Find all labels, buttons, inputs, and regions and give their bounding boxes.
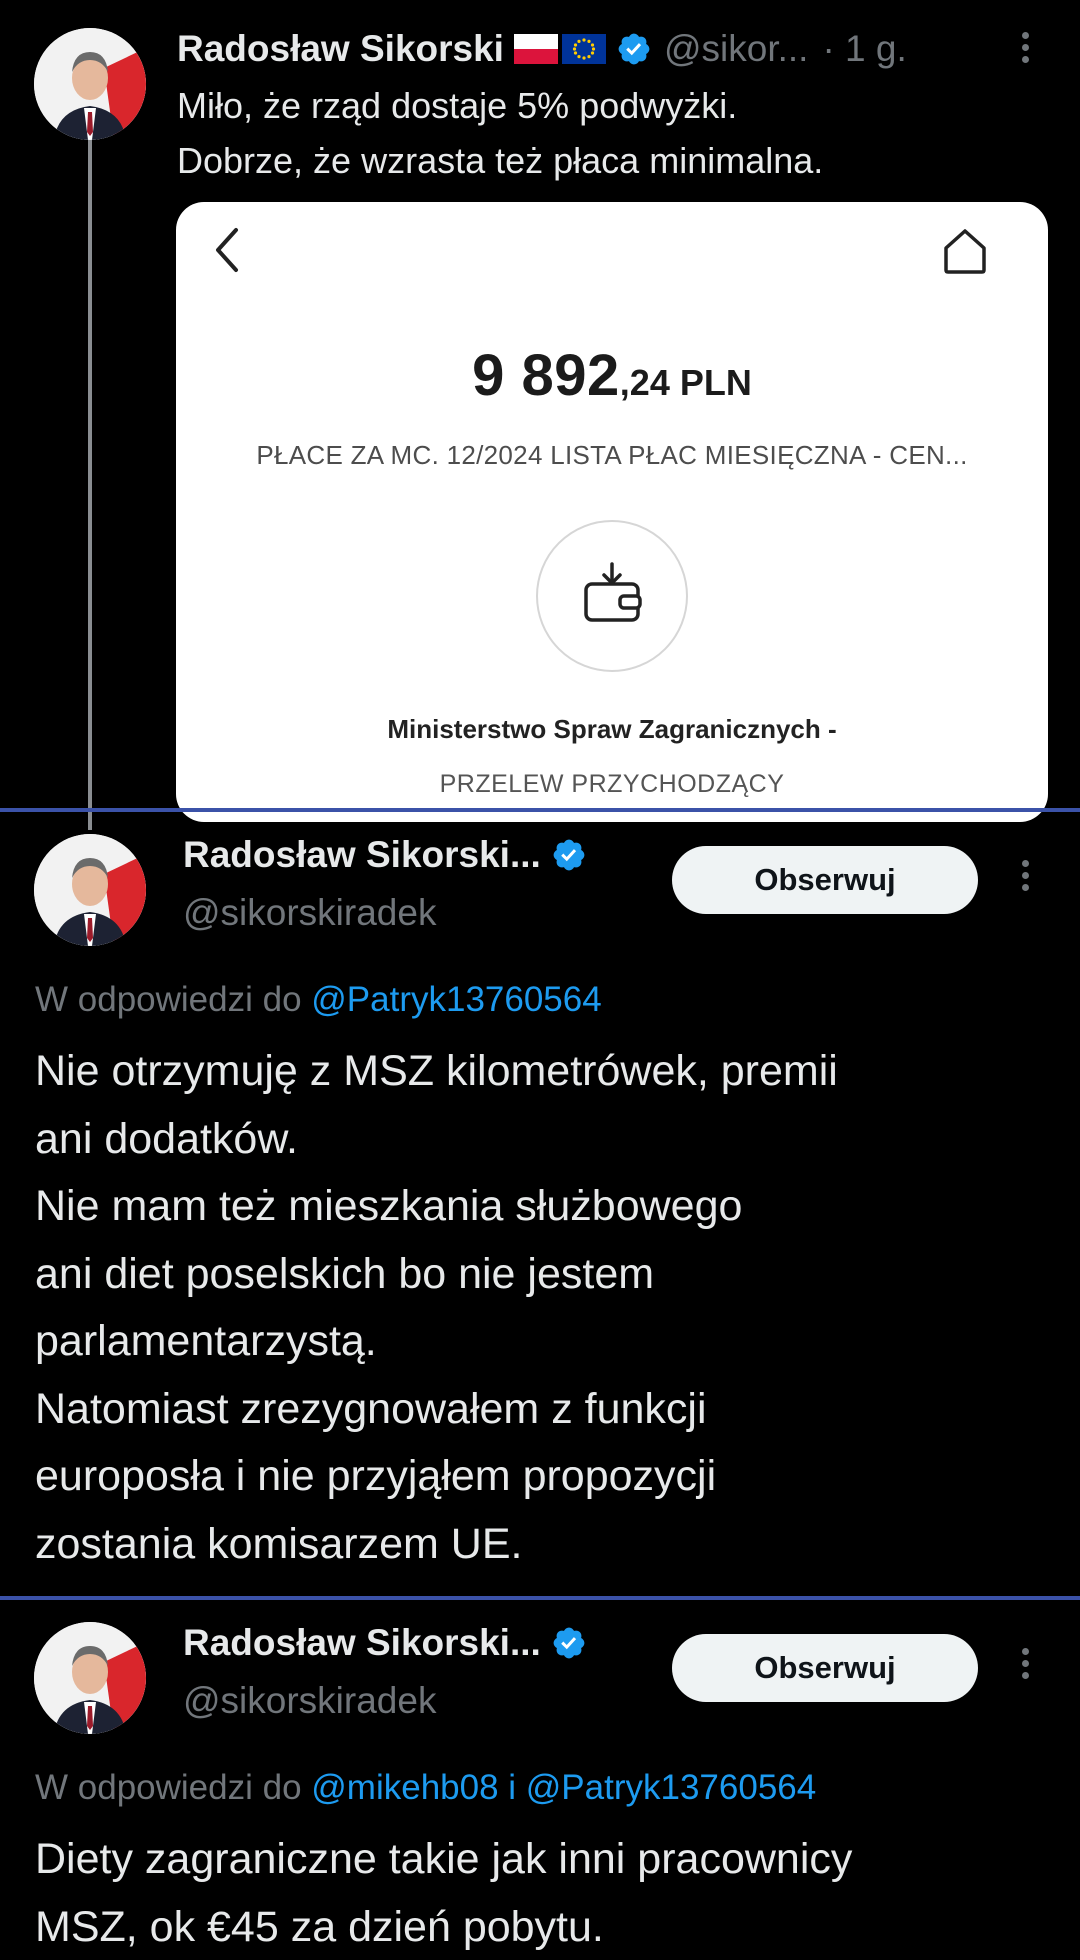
tweet-timestamp[interactable]: · 1 g. [822,28,906,70]
verified-badge-icon [618,33,650,65]
tweet-text-line: Dobrze, że wzrasta też płaca minimalna. [177,140,824,181]
tweet-reply-2[interactable]: Radosław Sikorski... @sikorskiradek Obse… [0,1600,1080,1960]
eu-flag-icon [561,34,606,64]
author-handle[interactable]: @sikor... [664,28,808,70]
reply-context: W odpowiedzi do @Patryk13760564 [35,980,602,1020]
more-options-icon[interactable] [1015,1644,1035,1688]
reply-mention-link[interactable]: @Patryk13760564 [311,980,601,1019]
tweet-text-line: Miło, że rząd dostaje 5% podwyżki. [177,85,738,126]
tweet-text-line: parlamentarzystą. [35,1317,377,1365]
amount-decimal: ,24 PLN [619,362,752,403]
tweet-text-line: Natomiast zrezygnowałem z funkcji [35,1384,707,1433]
tweet-original[interactable]: Radosław Sikorski @sikor... · 1 g. Miło,… [0,0,1080,830]
avatar[interactable] [34,1622,146,1734]
author-name[interactable]: Radosław Sikorski... [183,1622,541,1664]
reply-context: W odpowiedzi do @mikehb08 i @Patryk13760… [35,1768,816,1808]
payment-description: PŁACE ZA MC. 12/2024 LISTA PŁAC MIESIĘCZ… [256,440,968,470]
author-handle[interactable]: @sikorskiradek [183,1680,436,1722]
poland-flag-icon [513,34,558,64]
more-options-icon[interactable] [1015,856,1035,900]
payer-name: Ministerstwo Spraw Zagranicznych - [387,714,837,744]
author-name[interactable]: Radosław Sikorski... [183,834,541,876]
amount-integer: 9 892 [472,343,620,408]
timeline: Radosław Sikorski @sikor... · 1 g. Miło,… [0,0,1080,1960]
thread-connector-line [88,140,92,830]
verified-badge-icon [553,1627,585,1659]
reply-mention-link[interactable]: @mikehb08 i @Patryk13760564 [311,1768,816,1807]
tweet-text-line: ani dodatków. [35,1114,298,1163]
follow-button[interactable]: Obserwuj [672,1634,978,1702]
avatar[interactable] [34,28,146,140]
tweet-header: Radosław Sikorski... [183,834,587,876]
reply-prefix: W odpowiedzi do [35,980,312,1019]
tweet-header: Radosław Sikorski... [183,1622,587,1664]
transfer-type: PRZELEW PRZYCHODZĄCY [439,770,785,798]
tweet-text-line: MSZ, ok €45 za dzień pobytu. [35,1902,604,1951]
tweet-text-line: Nie otrzymuję z MSZ kilometrówek, premii [35,1047,838,1095]
verified-badge-icon [553,839,585,871]
tweet-text: Diety zagraniczne takie jak inni pracown… [35,1826,1055,1960]
wallet-icon-circle [536,520,688,672]
home-icon [944,229,986,274]
more-options-icon[interactable] [1015,28,1035,72]
author-name[interactable]: Radosław Sikorski [177,28,504,70]
tweet-text: Miło, że rząd dostaje 5% podwyżki. Dobrz… [177,78,1047,188]
tweet-text: Nie otrzymuję z MSZ kilometrówek, premii… [35,1038,1055,1578]
back-arrow-icon [216,228,238,272]
reply-prefix: W odpowiedzi do [35,1768,312,1807]
tweet-header: Radosław Sikorski @sikor... · 1 g. [177,22,907,76]
follow-button[interactable]: Obserwuj [672,846,978,914]
payment-amount: 9 892,24 PLN [176,342,1048,409]
tweet-text-line: Diety zagraniczne takie jak inni pracown… [35,1835,853,1883]
avatar[interactable] [34,834,146,946]
wallet-download-icon [584,562,642,622]
tweet-text-line: europosła i nie przyjąłem propozycji [35,1452,717,1500]
tweet-text-line: ani diet poselskich bo nie jestem [35,1249,655,1298]
author-handle[interactable]: @sikorskiradek [183,892,436,934]
tweet-text-line: zostania komisarzem UE. [35,1519,523,1568]
attached-image-card[interactable]: 9 892,24 PLN PŁACE ZA MC. 12/2024 LISTA … [176,202,1048,822]
tweet-text-line: Nie mam też mieszkania służbowego [35,1182,743,1230]
tweet-reply-1[interactable]: Radosław Sikorski... @sikorskiradek Obse… [0,812,1080,1596]
